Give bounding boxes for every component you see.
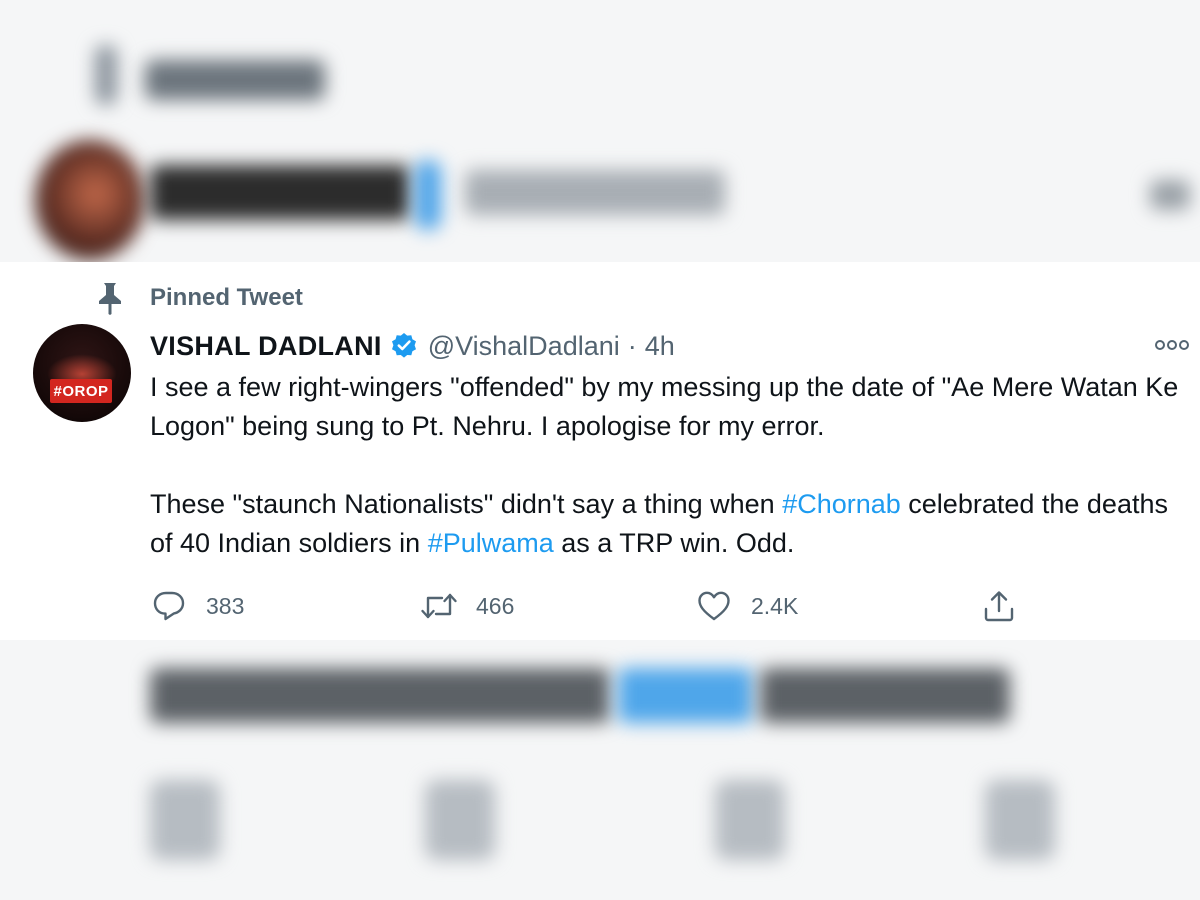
- like-icon: [695, 587, 733, 625]
- pin-icon: [92, 280, 128, 316]
- verified-badge-icon: [390, 332, 418, 360]
- tweet-text: I see a few right-wingers "offended" by …: [150, 368, 1190, 563]
- blurred-text-shape: [760, 668, 1010, 723]
- reply-icon: [150, 587, 188, 625]
- blurred-text-shape: [150, 668, 610, 723]
- avatar[interactable]: #OROP: [33, 324, 131, 422]
- hashtag-chornab-link[interactable]: #Chornab: [782, 489, 901, 519]
- retweet-icon: [420, 587, 458, 625]
- pinned-tweet-label: Pinned Tweet: [150, 284, 303, 311]
- reply-count: 383: [206, 592, 245, 619]
- tweet-paragraph-1: I see a few right-wingers "offended" by …: [150, 372, 1179, 441]
- blurred-background-top: [0, 0, 1200, 262]
- avatar-orop-label: #OROP: [50, 379, 112, 403]
- blurred-pin-shape: [95, 45, 117, 105]
- blurred-action-shape: [425, 780, 495, 860]
- paragraph-2-text-a: These "staunch Nationalists" didn't say …: [150, 489, 783, 519]
- blurred-background-bottom: [0, 640, 1200, 900]
- retweet-button[interactable]: 466: [420, 582, 514, 630]
- blurred-title-shape: [145, 60, 325, 100]
- share-icon: [980, 587, 1018, 625]
- tweet-actions: 383 466 2.4K: [150, 582, 1050, 630]
- tweet-timestamp[interactable]: 4h: [645, 331, 675, 362]
- blurred-dots-shape: [1150, 180, 1190, 210]
- tweet-card[interactable]: Pinned Tweet #OROP VISHAL DADLANI @Visha…: [0, 262, 1200, 640]
- blurred-action-shape: [150, 780, 220, 860]
- paragraph-2-text-c: as a TRP win. Odd.: [553, 528, 795, 558]
- share-button[interactable]: [980, 582, 1018, 630]
- pinned-indicator: Pinned Tweet: [92, 278, 303, 318]
- blurred-action-shape: [715, 780, 785, 860]
- reply-button[interactable]: 383: [150, 582, 244, 630]
- tweet-paragraph-2: These "staunch Nationalists" didn't say …: [150, 485, 1190, 563]
- like-count: 2.4K: [751, 592, 799, 619]
- author-handle[interactable]: @VishalDadlani: [428, 331, 620, 362]
- author-name[interactable]: VISHAL DADLANI: [150, 331, 382, 362]
- more-options-icon[interactable]: [1152, 332, 1192, 358]
- like-button[interactable]: 2.4K: [695, 582, 798, 630]
- blurred-action-shape: [985, 780, 1055, 860]
- blurred-badge-shape: [415, 160, 441, 230]
- blurred-hashtag-shape: [618, 668, 753, 723]
- blurred-handle-shape: [465, 170, 725, 215]
- retweet-count: 466: [476, 592, 515, 619]
- meta-separator: ·: [627, 330, 637, 361]
- hashtag-pulwama-link[interactable]: #Pulwama: [428, 528, 554, 558]
- tweet-header: VISHAL DADLANI @VishalDadlani · 4h: [150, 326, 675, 366]
- blurred-avatar-shape: [35, 140, 145, 260]
- blurred-name-shape: [150, 165, 410, 220]
